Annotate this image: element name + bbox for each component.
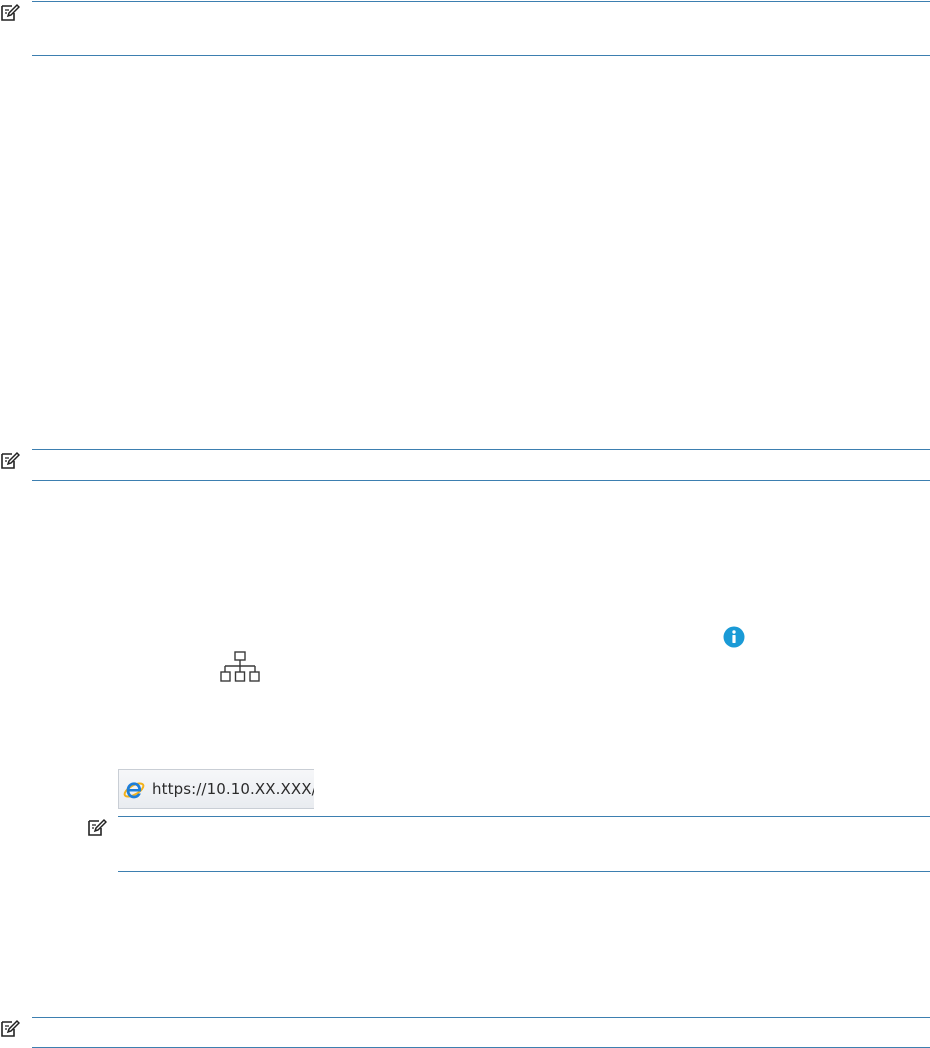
note-top-rule	[32, 1, 930, 2]
note-pencil-icon	[88, 818, 107, 836]
note-pencil-icon	[1, 451, 20, 469]
note-top-rule	[118, 816, 930, 817]
note-bottom-rule	[32, 480, 930, 481]
note-top-rule	[32, 449, 930, 450]
network-icon	[220, 651, 260, 682]
note-top-rule	[32, 1017, 930, 1018]
note-bottom-rule	[118, 871, 930, 872]
note-pencil-icon	[1, 1019, 20, 1037]
browser-address-bar: https://10.10.XX.XXX/	[118, 769, 314, 809]
note-pencil-icon	[1, 3, 20, 21]
info-icon	[723, 626, 745, 648]
address-bar-url: https://10.10.XX.XXX/	[152, 780, 314, 798]
internet-explorer-icon	[123, 782, 145, 799]
note-bottom-rule	[32, 55, 930, 56]
